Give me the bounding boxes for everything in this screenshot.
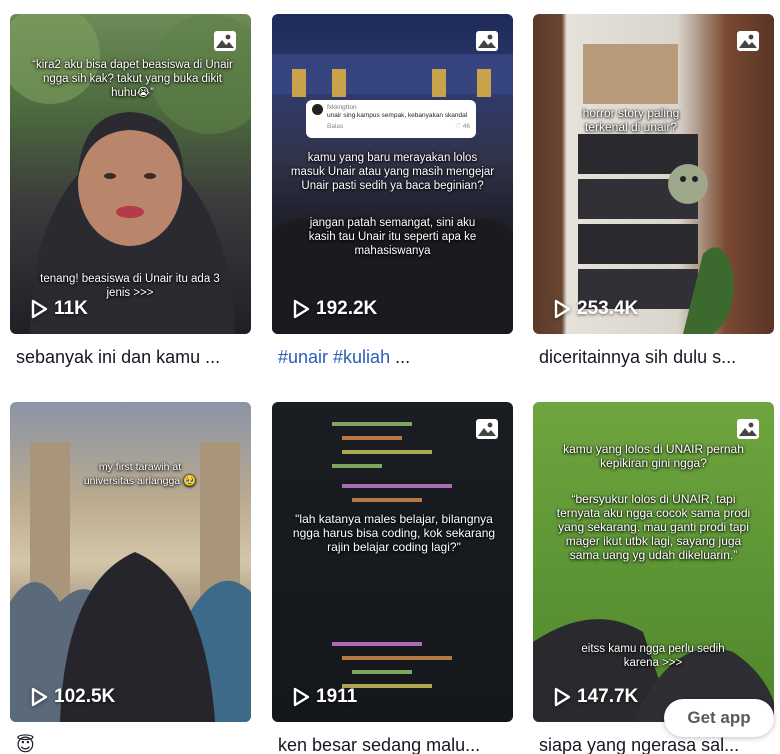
play-icon (292, 687, 310, 707)
avatar (312, 104, 323, 115)
video-thumbnail[interactable]: “kira2 aku bisa dapet beasiswa di Unair … (10, 14, 251, 334)
video-thumbnail[interactable]: fxkkngtton unair sing kampus sempak, keb… (272, 14, 513, 334)
comment-likes: 46 (462, 123, 470, 130)
comment-text: unair sing kampus sempak, kebanyakan ska… (327, 112, 468, 119)
play-icon (553, 299, 571, 319)
thumbnail-photo (10, 442, 251, 722)
heart-icon: ♡ (455, 123, 461, 130)
overlay-text: my first tarawih at universitas airlangg… (83, 461, 197, 487)
photo-icon (736, 30, 760, 52)
view-count-value: 1911 (316, 686, 358, 707)
view-count-value: 11K (54, 298, 88, 319)
overlay-text-bottom: tenang! beasiswa di Unair itu ada 3 jeni… (40, 273, 220, 299)
photo-icon (736, 418, 760, 440)
overlay-text: kamu yang lolos di UNAIR pernah kepikira… (563, 442, 744, 470)
photo-icon (213, 30, 237, 52)
overlay-text-2: “bersyukur lolos di UNAIR, tapi ternyata… (556, 492, 751, 562)
play-icon (30, 299, 48, 319)
photo-icon (475, 30, 499, 52)
overlay-text-top: “kira2 aku bisa dapet beasiswa di Unair … (32, 59, 233, 99)
video-thumbnail[interactable]: horror story paling terkenal di unair? 2… (533, 14, 774, 334)
video-caption[interactable]: #unair #kuliah ... (278, 345, 513, 369)
play-icon (553, 687, 571, 707)
video-thumbnail[interactable]: "lah katanya males belajar, bilangnya ng… (272, 402, 513, 722)
video-thumbnail[interactable]: my first tarawih at universitas airlangg… (10, 402, 251, 722)
view-count-value: 147.7K (577, 686, 639, 707)
photo-icon (475, 418, 499, 440)
video-caption[interactable]: 😇 (16, 733, 251, 754)
video-thumbnail[interactable]: kamu yang lolos di UNAIR pernah kepikira… (533, 402, 774, 722)
view-count: 1911 (292, 686, 357, 708)
overlay-text: horror story paling terkenal di unair? (582, 106, 680, 134)
get-app-button[interactable]: Get app (664, 699, 774, 737)
caption-suffix: ... (390, 347, 411, 367)
view-count: 11K (30, 298, 88, 320)
view-count-value: 192.2K (316, 298, 378, 319)
play-icon (30, 687, 48, 707)
video-caption[interactable]: sebanyak ini dan kamu ... (16, 345, 251, 369)
view-count: 102.5K (30, 686, 115, 708)
overlay-text-3: eitss kamu ngga perlu sedih karena >>> (581, 643, 725, 669)
video-caption[interactable]: diceritainnya sih dulu s... (539, 345, 774, 369)
view-count-value: 253.4K (577, 298, 639, 319)
overlay-text-2: jangan patah semangat, sini aku kasih ta… (308, 217, 477, 257)
thumbnail-photo (332, 422, 452, 688)
play-icon (292, 299, 310, 319)
video-caption[interactable]: ken besar sedang malu... (278, 733, 513, 754)
comment-user: fxkkngtton (327, 104, 357, 111)
overlay-text: kamu yang baru merayakan lolos masuk Una… (290, 152, 495, 192)
view-count-value: 102.5K (54, 686, 116, 707)
comment-bubble: fxkkngtton unair sing kampus sempak, keb… (306, 100, 476, 138)
overlay-text: "lah katanya males belajar, bilangnya ng… (292, 512, 496, 554)
comment-reply: Balas (327, 123, 344, 130)
view-count: 192.2K (292, 298, 377, 320)
view-count: 253.4K (553, 298, 638, 320)
view-count: 147.7K (553, 686, 638, 708)
hashtags[interactable]: #unair #kuliah (278, 347, 390, 367)
thumbnail-photo (578, 44, 734, 334)
